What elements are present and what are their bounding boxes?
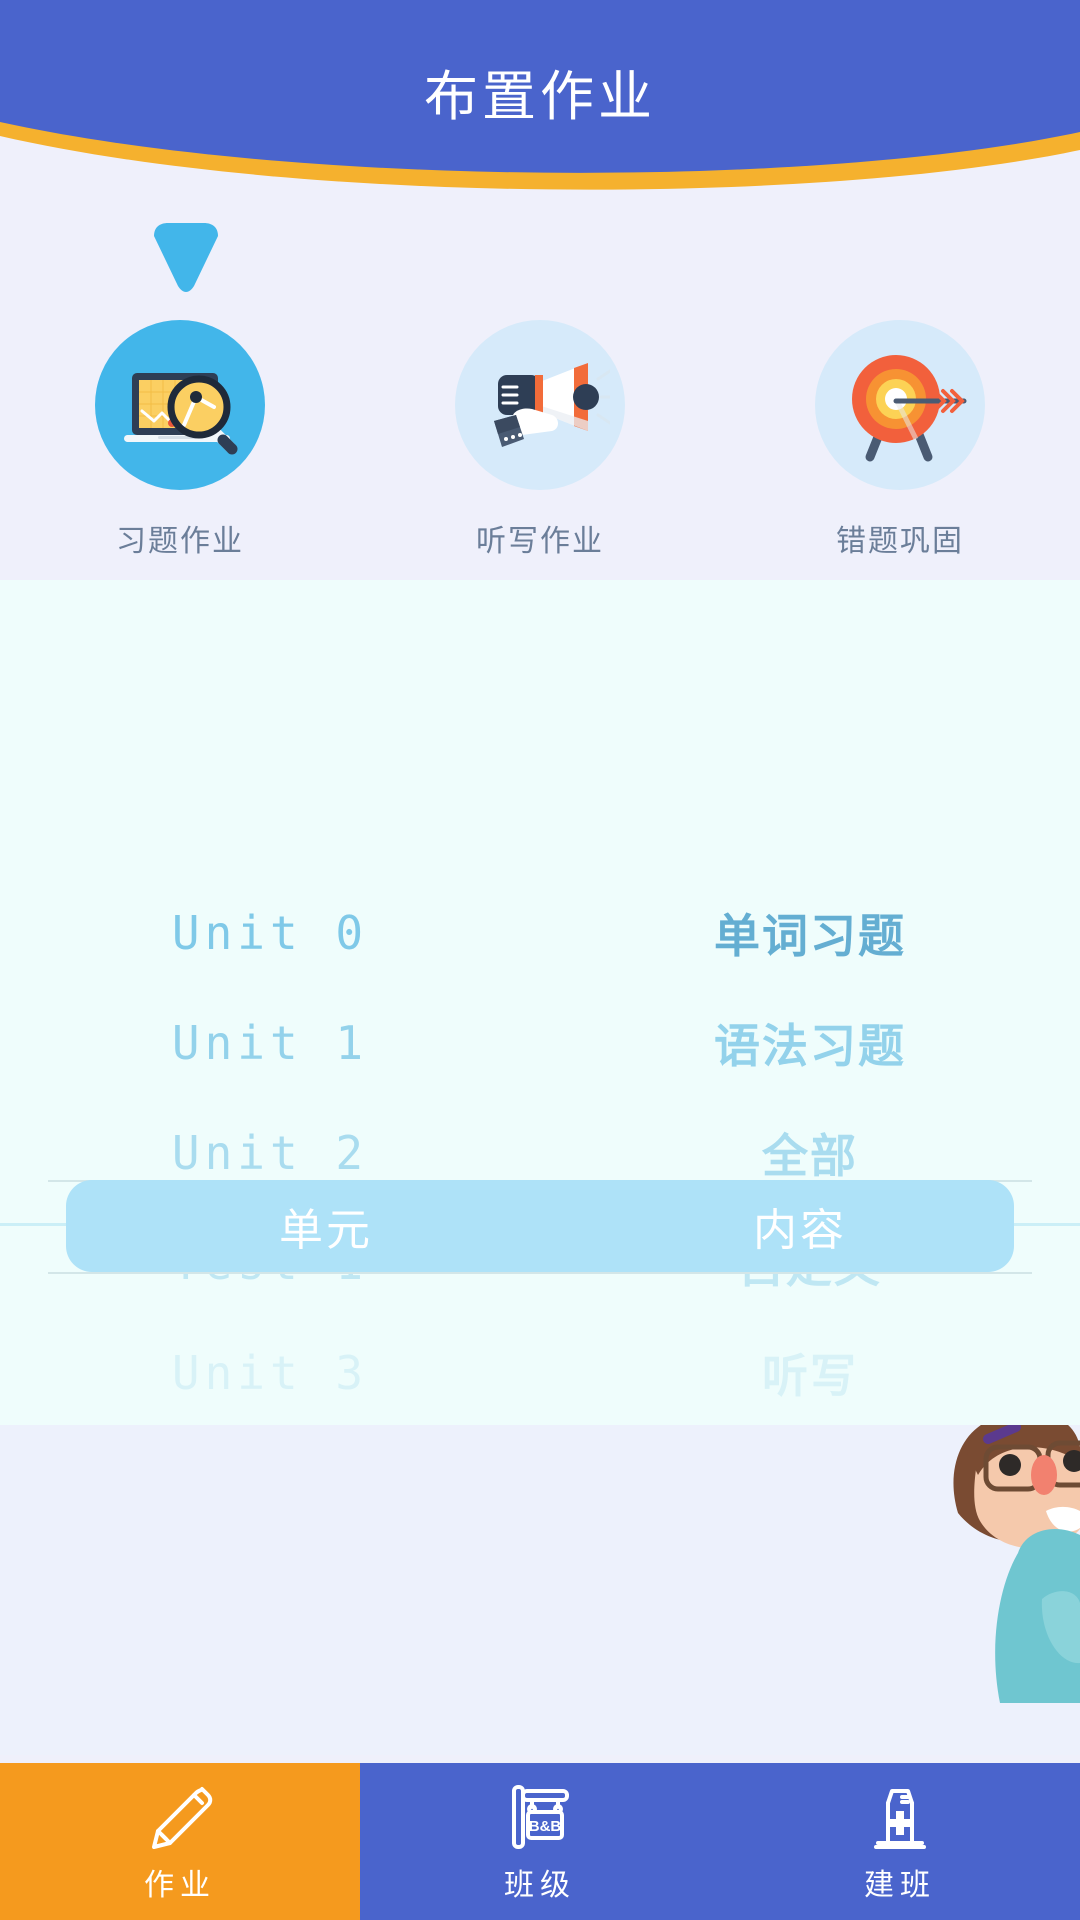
category-chooser-section: 习题作业 听写作业 错题巩固 [0, 160, 1080, 580]
app-root: 布置作业 习题作业 听写作业 错题巩固 单元 内容 Unit 0 Unit 1 … [0, 0, 1080, 1920]
megaphone-hand-icon [455, 320, 625, 490]
action-bar: 确认并布置其他作业 发送给班级 [0, 1425, 1080, 1755]
nav-label: 建班 [864, 1868, 936, 1902]
picker-divider-top [48, 1180, 1032, 1182]
bottom-navigation: 作业 B&B 班级 建班 [0, 1763, 1080, 1920]
pencil-icon [144, 1780, 216, 1854]
content-wheel[interactable]: 单词习题 语法习题 全部 自定义 听写 [540, 580, 1080, 1425]
unit-wheel-item[interactable]: Unit 0 [0, 878, 540, 988]
nav-item-homework[interactable]: 作业 [0, 1763, 360, 1920]
picker-wheels: Unit 0 Unit 1 Unit 2 Test 1 Unit 3 单词习题 … [0, 580, 1080, 1425]
category-item-mistakes[interactable]: 错题巩固 [750, 320, 1050, 560]
selection-caret-icon [154, 223, 218, 292]
nav-item-class[interactable]: B&B 班级 [360, 1763, 720, 1920]
nav-label: 作业 [144, 1868, 216, 1902]
content-wheel-item[interactable]: 单词习题 [540, 878, 1080, 988]
unit-wheel-item[interactable]: Test 1 [0, 1208, 540, 1318]
category-label: 错题巩固 [836, 525, 964, 558]
content-wheel-track: 单词习题 语法习题 全部 自定义 听写 [540, 878, 1080, 1425]
picker-divider-bottom [48, 1272, 1032, 1274]
page-title: 布置作业 [424, 67, 656, 127]
category-label: 听写作业 [476, 525, 604, 558]
content-wheel-item[interactable]: 听写 [540, 1318, 1080, 1425]
laptop-chart-magnifier-icon [95, 320, 265, 490]
bb-hanging-sign-icon: B&B [504, 1780, 576, 1854]
app-header: 布置作业 [0, 0, 1080, 205]
unit-content-picker[interactable]: 单元 内容 Unit 0 Unit 1 Unit 2 Test 1 Unit 3… [0, 580, 1080, 1425]
unit-wheel-item[interactable]: Unit 1 [0, 988, 540, 1098]
content-wheel-item[interactable]: 自定义 [540, 1208, 1080, 1318]
content-wheel-item[interactable]: 语法习题 [540, 988, 1080, 1098]
category-row: 习题作业 听写作业 错题巩固 [0, 320, 1080, 560]
category-item-dictation[interactable]: 听写作业 [390, 320, 690, 560]
target-arrow-icon [815, 320, 985, 490]
category-label: 习题作业 [116, 525, 244, 558]
unit-wheel-track: Unit 0 Unit 1 Unit 2 Test 1 Unit 3 [0, 878, 540, 1425]
unit-wheel[interactable]: Unit 0 Unit 1 Unit 2 Test 1 Unit 3 [0, 580, 540, 1425]
nav-label: 班级 [504, 1868, 576, 1902]
svg-text:B&B: B&B [529, 1818, 562, 1835]
teacher-character-illustration [953, 1425, 1080, 1703]
unit-wheel-item[interactable]: Unit 3 [0, 1318, 540, 1425]
category-item-exercise[interactable]: 习题作业 [30, 320, 330, 560]
nav-item-create-class[interactable]: 建班 [720, 1763, 1080, 1920]
building-plus-icon [864, 1780, 936, 1854]
content-wheel-item[interactable]: 全部 [540, 1098, 1080, 1208]
unit-wheel-item[interactable]: Unit 2 [0, 1098, 540, 1208]
